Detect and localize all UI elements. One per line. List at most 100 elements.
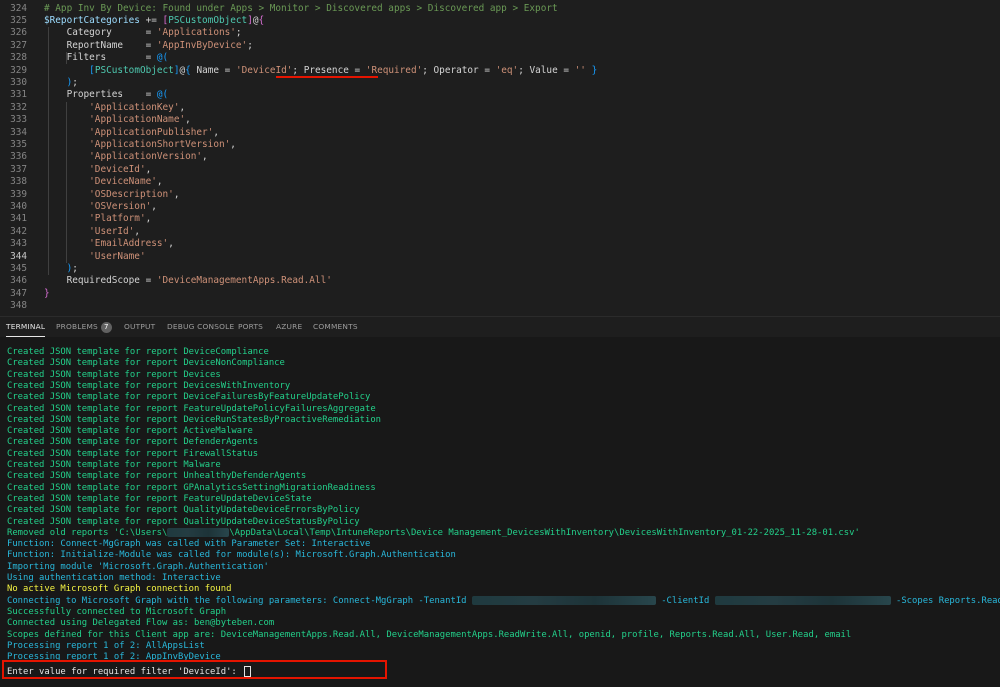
- terminal-text: Connecting to Microsoft Graph with the f…: [7, 595, 472, 606]
- code-token: 'ApplicationShortVersion': [89, 138, 231, 150]
- code-line: 341 'Platform',: [0, 213, 1000, 225]
- line-number: 343: [10, 238, 27, 250]
- terminal-text: Created JSON template for report ActiveM…: [7, 426, 253, 437]
- code-token: }: [44, 287, 50, 299]
- code-line: 334 'ApplicationPublisher',: [0, 127, 1000, 139]
- code-token: ,: [134, 225, 140, 237]
- code-text: }: [44, 288, 50, 300]
- code-editor[interactable]: 324 # App Inv By Device: Found under Apps…: [0, 0, 1000, 316]
- code-text: RequiredScope = 'DeviceManagementApps.Re…: [44, 275, 332, 287]
- terminal-text: Created JSON template for report DeviceF…: [7, 392, 371, 403]
- code-text: Category = 'Applications';: [44, 27, 242, 39]
- redacted-text: [714, 595, 891, 605]
- code-token: {: [258, 14, 265, 26]
- terminal-text: No active Microsoft Graph connection fou…: [7, 584, 232, 595]
- tab-debug-console[interactable]: DEBUG CONSOLE: [167, 317, 234, 337]
- code-text: 'ApplicationPublisher',: [44, 127, 219, 139]
- terminal-text: Created JSON template for report Feature…: [7, 493, 312, 504]
- line-number: 339: [10, 188, 27, 200]
- code-text: 'ApplicationVersion',: [44, 151, 208, 163]
- terminal-text: -Scopes Reports.Read.All: [895, 595, 1000, 606]
- terminal-output-line: Created JSON template for report Defende…: [7, 437, 258, 448]
- terminal-panel[interactable]: Created JSON template for report DeviceC…: [0, 337, 1000, 687]
- code-line: 339 'OSDescription',: [0, 189, 1000, 201]
- terminal-text: Removed old reports 'C:\Users\: [7, 527, 168, 538]
- line-number: 340: [10, 200, 27, 212]
- line-number: 347: [10, 287, 27, 299]
- code-token: $ReportCategories: [44, 14, 140, 26]
- line-number: 335: [10, 138, 27, 150]
- code-line: 340 'OSVersion',: [0, 201, 1000, 213]
- code-line: 325 $ReportCategories += [PSCustomObject]…: [0, 15, 1000, 27]
- code-text: 'DeviceName',: [44, 176, 162, 188]
- tab-label: TERMINAL: [6, 322, 46, 331]
- terminal-text: Created JSON template for report Malware: [7, 460, 221, 470]
- problems-count-badge: 7: [100, 322, 112, 333]
- code-token: @(: [156, 89, 169, 101]
- code-line: 344 'UserName': [0, 251, 1000, 263]
- terminal-text: Created JSON template for report DeviceN…: [7, 358, 285, 369]
- code-text: 'Platform',: [44, 213, 151, 225]
- code-line: 337 'DeviceId',: [0, 164, 1000, 176]
- tab-comments[interactable]: COMMENTS: [313, 317, 358, 337]
- terminal-output-line: Created JSON template for report Feature…: [7, 494, 312, 505]
- code-token: ; Operator =: [422, 64, 496, 76]
- code-text: 'OSVersion',: [44, 201, 157, 213]
- code-text: 'OSDescription',: [44, 189, 179, 201]
- terminal-output-line: Created JSON template for report DeviceN…: [7, 358, 285, 369]
- terminal-output-line: Scopes defined for this Client app are: …: [7, 630, 851, 641]
- code-token: ,: [168, 238, 174, 250]
- code-token: 'Applications': [156, 27, 236, 39]
- terminal-text: Connected using Delegated Flow as: ben@b…: [7, 618, 275, 629]
- terminal-output-line: Created JSON template for report Quality…: [7, 505, 360, 516]
- line-number: 348: [10, 300, 27, 312]
- tab-label: PORTS: [238, 322, 264, 331]
- code-token: 'DeviceManagementApps.Read.All': [156, 275, 332, 287]
- code-token: ; Value =: [518, 64, 575, 76]
- code-token: 'Platform': [89, 213, 146, 225]
- code-token: PSCustomObject: [168, 14, 248, 26]
- code-token: Category =: [44, 27, 157, 39]
- code-text: ReportName = 'AppInvByDevice';: [44, 40, 253, 52]
- code-text: 'ApplicationKey',: [44, 102, 185, 114]
- line-number: 327: [10, 39, 27, 51]
- terminal-output-line: Function: Initialize-Module was called f…: [7, 550, 456, 561]
- terminal-text: \AppData\Local\Temp\IntuneReports\Device…: [229, 527, 860, 538]
- code-token: 'DeviceName': [89, 176, 157, 188]
- code-line: 335 'ApplicationShortVersion',: [0, 139, 1000, 151]
- code-token: 'UserName': [89, 250, 146, 262]
- terminal-output-line: Created JSON template for report Devices…: [7, 381, 290, 392]
- code-token: ,: [230, 138, 236, 150]
- tab-problems[interactable]: PROBLEMS 7: [56, 317, 112, 337]
- code-token: ,: [151, 200, 157, 212]
- tab-ports[interactable]: PORTS: [238, 317, 263, 337]
- terminal-text: Created JSON template for report Quality…: [7, 505, 360, 516]
- code-token: Name =: [190, 64, 236, 76]
- code-token: 'eq': [495, 64, 519, 76]
- code-line: 338 'DeviceName',: [0, 176, 1000, 188]
- terminal-output-line: Created JSON template for report GPAnaly…: [7, 483, 376, 494]
- code-line: 329 [PSCustomObject]@{ Name = 'DeviceId'…: [0, 65, 1000, 77]
- tab-azure[interactable]: AZURE: [276, 317, 302, 337]
- terminal-text: Created JSON template for report Devices…: [7, 380, 291, 391]
- terminal-text: Created JSON template for report Firewal…: [7, 448, 259, 459]
- code-token: 'AppInvByDevice': [156, 39, 248, 51]
- terminal-text: Scopes defined for this Client app are: …: [7, 629, 852, 640]
- tab-output[interactable]: OUTPUT: [124, 317, 155, 337]
- tab-terminal[interactable]: TERMINAL: [6, 317, 46, 337]
- code-line: 347}: [0, 288, 1000, 300]
- code-text: Properties = @(: [44, 89, 169, 101]
- terminal-output-line: Created JSON template for report Firewal…: [7, 449, 258, 460]
- terminal-text: -ClientId: [655, 595, 715, 606]
- code-token: ,: [179, 101, 186, 113]
- code-line: 348: [0, 300, 1000, 312]
- line-number: 331: [10, 89, 27, 101]
- code-token: 'UserId': [89, 225, 135, 237]
- code-text: 'DeviceId',: [44, 164, 151, 176]
